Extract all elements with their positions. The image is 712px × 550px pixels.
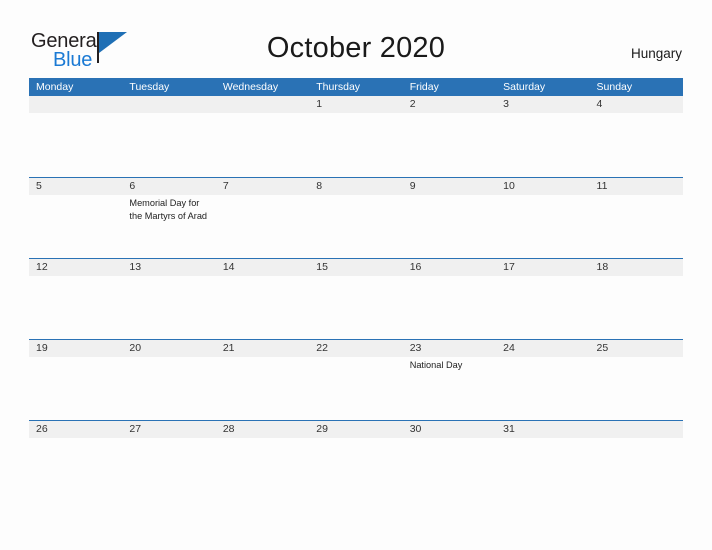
day-number: 12 (36, 261, 48, 273)
day-cell[interactable]: 21 (216, 340, 309, 421)
day-number: 8 (316, 180, 323, 192)
day-cell[interactable]: 4 (590, 96, 683, 177)
day-cell-empty (122, 96, 215, 177)
day-cell[interactable]: 24 (496, 340, 589, 421)
day-cell[interactable]: 19 (29, 340, 122, 421)
page-title: October 2020 (266, 32, 446, 64)
day-number: 9 (409, 180, 416, 192)
calendar-week-row: 1 2 3 4 (29, 96, 683, 177)
day-number: 7 (222, 180, 229, 192)
day-cell[interactable]: 7 (216, 178, 309, 259)
country-label: Hungary (630, 46, 682, 61)
day-events: National Day (410, 357, 496, 372)
day-cell[interactable]: 29 (309, 421, 402, 502)
day-cell[interactable]: 23 National Day (403, 340, 496, 421)
day-number: 3 (503, 98, 509, 110)
week-cells: 1 2 3 4 (29, 96, 683, 177)
day-number: 10 (503, 180, 515, 192)
holiday-event-label: National Day (409, 360, 463, 370)
day-cell[interactable]: 22 (309, 340, 402, 421)
holiday-event-label: Memorial Day for the Martyrs of Arad (129, 198, 208, 221)
day-cell[interactable]: 27 (122, 421, 215, 502)
dow-header-wednesday: Wednesday (222, 81, 279, 93)
page-header: General Blue October 2020 Hungary (0, 0, 712, 78)
dow-header-monday: Monday (36, 81, 74, 93)
day-cell[interactable]: 16 (403, 259, 496, 340)
day-cell[interactable]: 2 (403, 96, 496, 177)
week-cells: 5 6 Memorial Day for the Martyrs of Arad 7 8… (29, 178, 683, 259)
day-number: 6 (129, 180, 136, 192)
calendar-page: General Blue October 2020 Hungary Monday… (0, 0, 712, 550)
day-cell[interactable]: 12 (29, 259, 122, 340)
day-cell-empty (590, 421, 683, 502)
day-number: 23 (409, 342, 422, 354)
day-number: 18 (596, 261, 609, 273)
week-cells: 26 27 28 29 30 31 (29, 421, 683, 502)
day-number: 5 (36, 180, 42, 192)
day-cell[interactable]: 11 (590, 178, 683, 259)
day-cell[interactable]: 9 (403, 178, 496, 259)
day-events: Memorial Day for the Martyrs of Arad (129, 195, 215, 222)
day-cell[interactable]: 28 (216, 421, 309, 502)
day-cell[interactable]: 5 (29, 178, 122, 259)
week-cells: 12 13 14 15 16 17 18 (29, 259, 683, 340)
day-number: 28 (222, 423, 235, 435)
day-cell[interactable]: 8 (309, 178, 402, 259)
day-number: 27 (129, 423, 142, 435)
day-cell[interactable]: 3 (496, 96, 589, 177)
day-number: 17 (503, 261, 515, 273)
day-cell[interactable]: 25 (590, 340, 683, 421)
day-number: 14 (222, 261, 235, 273)
week-cells: 19 20 21 22 23 National Day 24 25 (29, 340, 683, 421)
calendar-week-row: 19 20 21 22 23 National Day 24 25 (29, 339, 683, 420)
calendar-week-row: 5 6 Memorial Day for the Martyrs of Arad 7 8… (29, 177, 683, 258)
day-number: 19 (36, 342, 48, 354)
dow-header-friday: Friday (409, 81, 439, 93)
day-cell[interactable]: 17 (496, 259, 589, 340)
day-number: 2 (409, 98, 416, 110)
dow-header-thursday: Thursday (316, 81, 361, 93)
day-cell[interactable]: 20 (122, 340, 215, 421)
day-cell[interactable]: 26 (29, 421, 122, 502)
day-cell-empty (216, 96, 309, 177)
day-number: 15 (316, 261, 328, 273)
dow-header-sunday: Sunday (596, 81, 633, 93)
day-cell[interactable]: 14 (216, 259, 309, 340)
calendar-grid: Monday Tuesday Wednesday Thursday Friday… (29, 78, 683, 501)
day-number: 11 (596, 180, 608, 192)
day-number: 22 (316, 342, 328, 354)
day-cell[interactable]: 13 (122, 259, 215, 340)
day-number: 25 (596, 342, 609, 354)
day-number: 16 (409, 261, 422, 273)
calendar-week-row: 26 27 28 29 30 31 (29, 420, 683, 501)
day-cell[interactable]: 10 (496, 178, 589, 259)
day-cell[interactable]: 15 (309, 259, 402, 340)
day-number: 29 (316, 423, 328, 435)
day-cell[interactable]: 6 Memorial Day for the Martyrs of Arad (122, 178, 215, 259)
day-number: 4 (596, 98, 603, 110)
day-cell-empty (29, 96, 122, 177)
day-number: 24 (503, 342, 515, 354)
day-number: 13 (129, 261, 142, 273)
dow-header-tuesday: Tuesday (129, 81, 170, 93)
day-cell[interactable]: 1 (309, 96, 402, 177)
day-cell[interactable]: 30 (403, 421, 496, 502)
day-cell[interactable]: 31 (496, 421, 589, 502)
day-number: 26 (36, 423, 48, 435)
day-number: 1 (316, 98, 323, 110)
day-number: 21 (222, 342, 235, 354)
day-number: 20 (129, 342, 142, 354)
calendar-weeks: 1 2 3 4 5 6 Memorial Day for the Martyrs of Ar… (29, 96, 683, 501)
day-number: 30 (409, 423, 422, 435)
day-of-week-header-row: Monday Tuesday Wednesday Thursday Friday… (29, 78, 683, 96)
day-cell[interactable]: 18 (590, 259, 683, 340)
calendar-week-row: 12 13 14 15 16 17 18 (29, 258, 683, 339)
day-number: 31 (503, 423, 515, 435)
dow-header-saturday: Saturday (503, 81, 546, 93)
